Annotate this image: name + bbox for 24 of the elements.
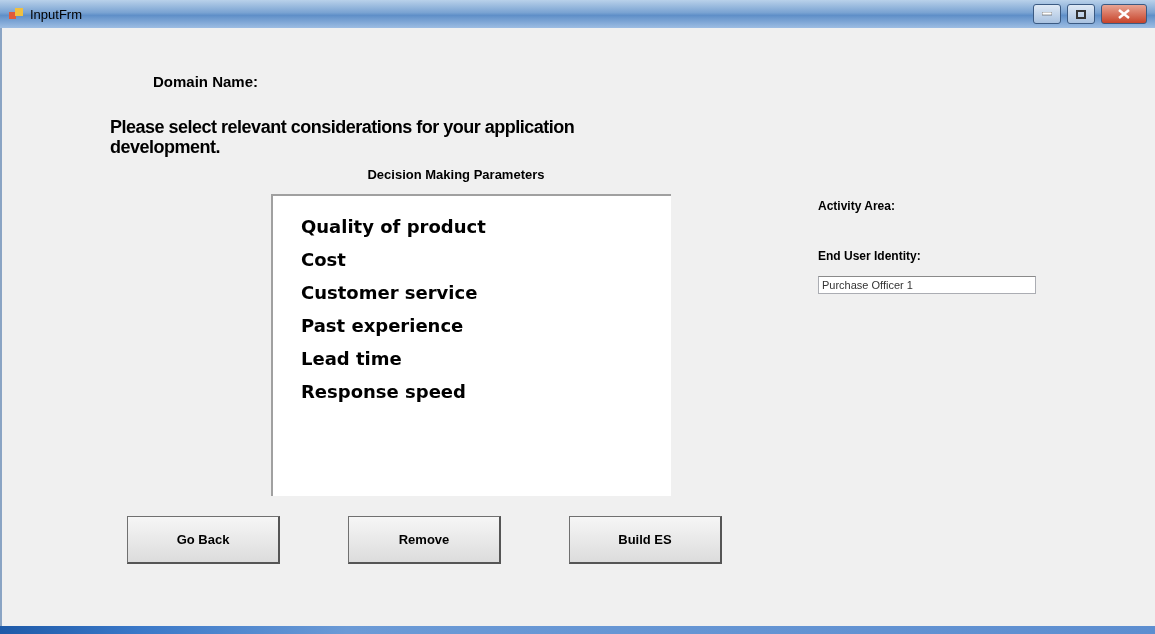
close-button[interactable] [1101,4,1147,24]
close-icon [1118,9,1130,19]
maximize-button[interactable] [1067,4,1095,24]
minimize-button[interactable] [1033,4,1061,24]
parameters-list[interactable]: Quality of product Cost Customer service Past experience Lead time Response speed [271,194,671,496]
list-item[interactable]: Customer service [273,276,671,309]
maximize-icon [1076,9,1086,19]
list-title: Decision Making Parameters [367,167,545,182]
window-title: InputFrm [30,6,83,22]
end-user-field[interactable]: Purchase Officer 1 [818,276,1036,294]
form-button[interactable]: Build ES [569,516,722,564]
instruction-text: Please select relevant considerations for your application development. [110,117,576,157]
list-item[interactable]: Lead time [273,342,671,375]
form-button[interactable]: Remove [348,516,501,564]
domain-name-label: Domain Name: [153,73,259,90]
end-user-label: End User Identity: [818,249,921,263]
list-item[interactable]: Quality of product [273,210,671,243]
list-item[interactable]: Past experience [273,309,671,342]
minimize-icon [1042,12,1052,16]
list-item[interactable]: Response speed [273,375,671,408]
list-item[interactable]: Cost [273,243,671,276]
app-icon [8,7,24,21]
form-button[interactable]: Go Back [127,516,280,564]
activity-area-label: Activity Area: [818,199,895,213]
